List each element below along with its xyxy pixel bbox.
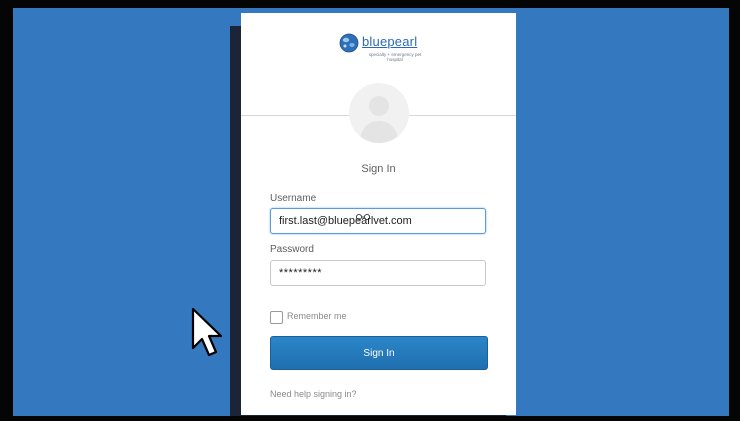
text-cursor-icon: [356, 213, 370, 221]
username-label: Username: [270, 193, 317, 204]
brand-name: bluepearl: [362, 34, 418, 49]
mouse-pointer-icon: [191, 307, 223, 357]
help-link[interactable]: Need help signing in?: [270, 389, 357, 399]
sign-in-button[interactable]: Sign In: [270, 336, 488, 370]
brand-tagline: specialty + emergency pet hospital: [368, 52, 422, 62]
user-silhouette-icon: [359, 96, 399, 143]
sign-in-title: Sign In: [361, 163, 396, 175]
sign-in-card: bluepearl specialty + emergency pet hosp…: [241, 13, 516, 415]
remember-me-label: Remember me: [287, 311, 347, 321]
password-input[interactable]: [270, 260, 486, 286]
username-input[interactable]: [270, 208, 486, 234]
paw-globe-icon: [339, 33, 359, 53]
remember-me-checkbox[interactable]: [270, 311, 283, 324]
screen-frame: bluepearl specialty + emergency pet hosp…: [0, 0, 740, 421]
password-label: Password: [270, 244, 314, 255]
divider-right: [407, 115, 516, 116]
brand-logo: bluepearl specialty + emergency pet hosp…: [339, 33, 429, 65]
avatar: [349, 83, 409, 143]
divider-left: [241, 115, 351, 116]
